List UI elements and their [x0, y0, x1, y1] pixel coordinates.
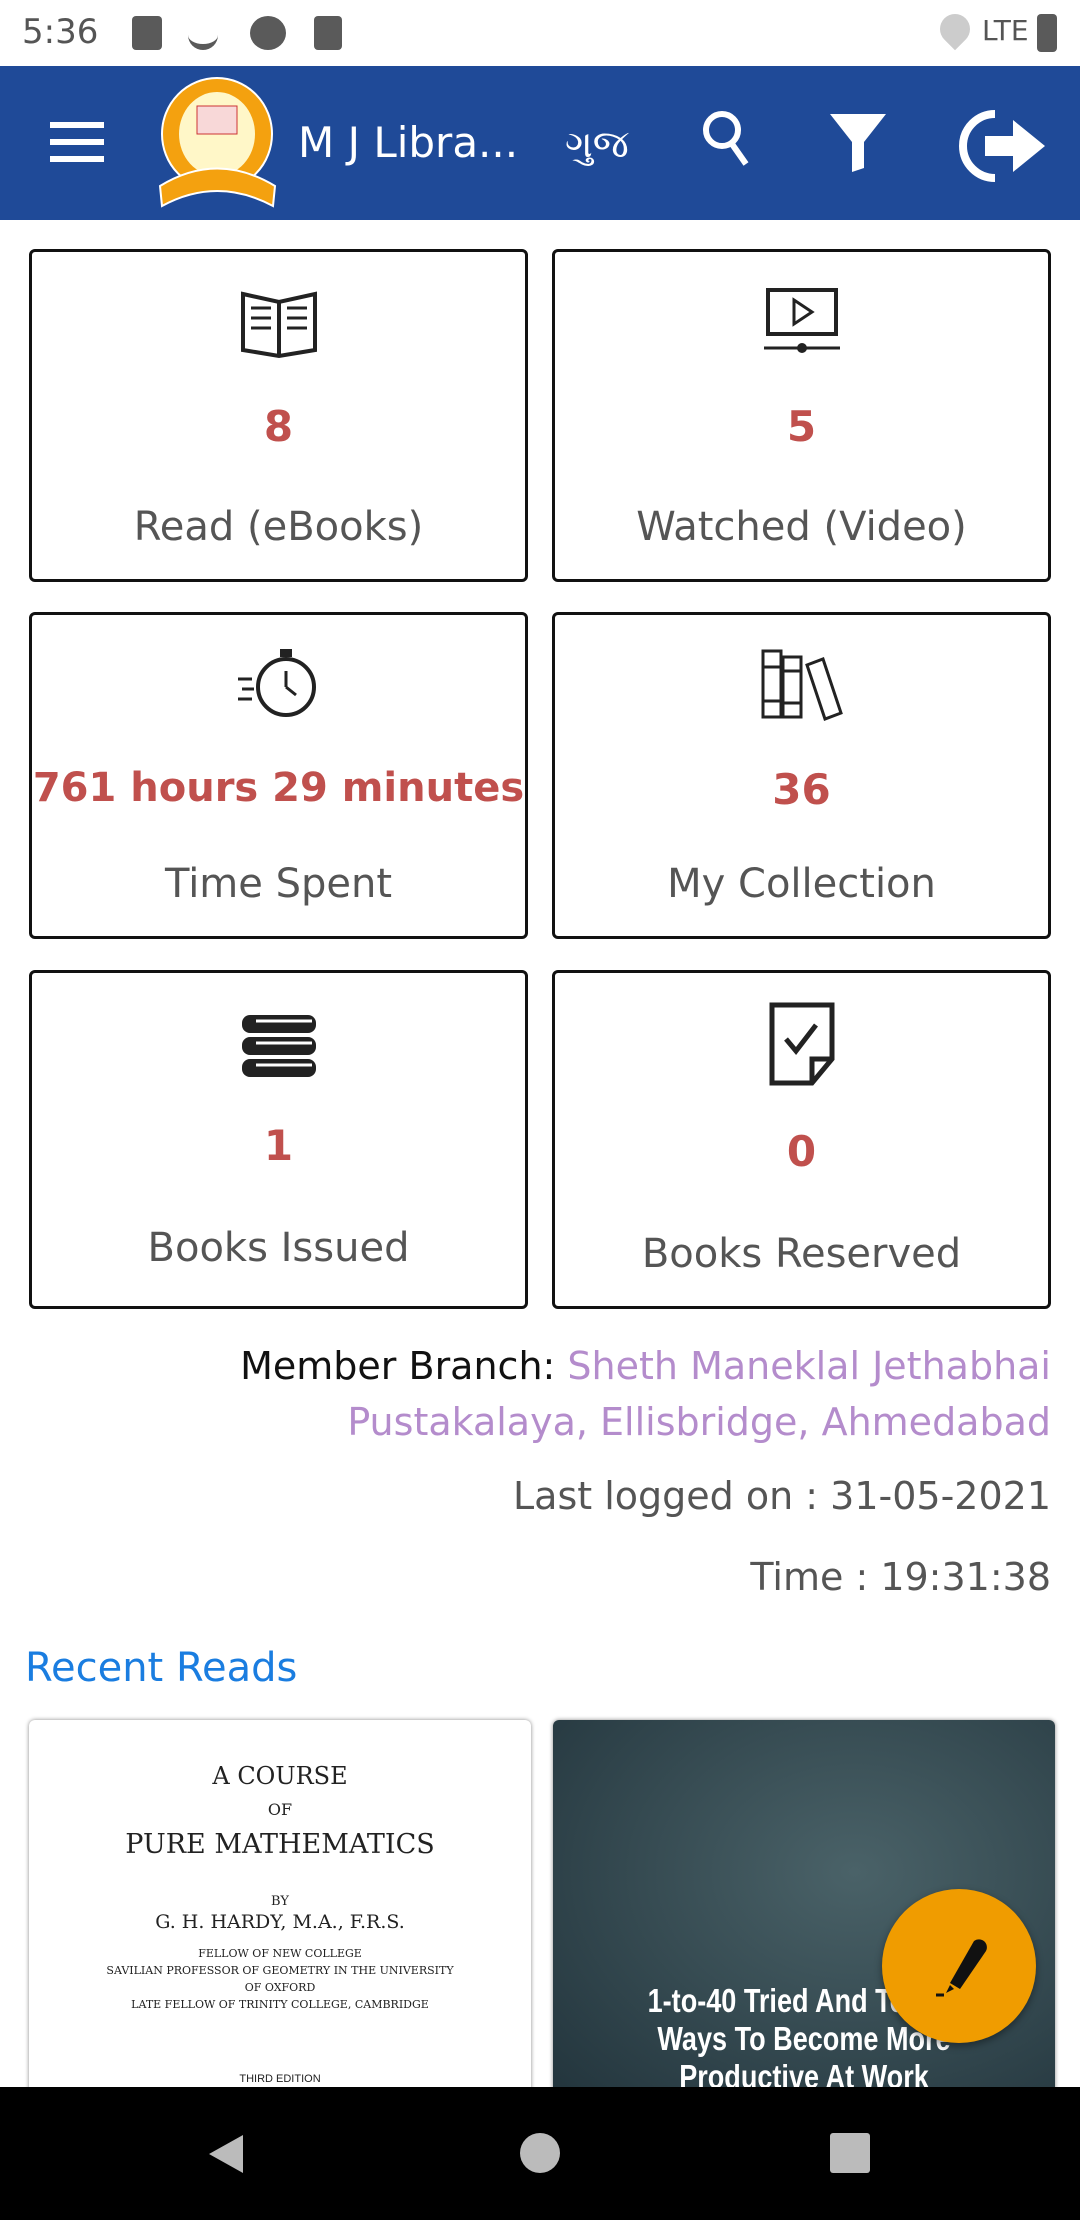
- pen-icon: [936, 1939, 987, 1997]
- wifi-off-icon: [933, 7, 977, 51]
- logout-icon[interactable]: [955, 108, 1051, 184]
- stat-value: 1: [263, 1121, 294, 1170]
- stat-label: Read (eBooks): [133, 504, 424, 550]
- member-branch: Member Branch: Sheth Maneklal Jethabhai …: [131, 1338, 1051, 1450]
- book-cover-text: THIRD EDITION: [239, 2073, 321, 2085]
- battery-icon: [1037, 14, 1057, 52]
- network-label: LTE: [982, 14, 1029, 47]
- book-cover-text: BY: [271, 1894, 289, 1909]
- recents-icon[interactable]: [830, 2133, 870, 2173]
- stat-card-books-reserved[interactable]: 0 Books Reserved: [552, 970, 1051, 1309]
- reserved-note-icon: [769, 1002, 834, 1086]
- language-toggle[interactable]: ગુજ: [565, 122, 629, 167]
- notification-icon: [132, 16, 162, 50]
- stat-card-my-collection[interactable]: 36 My Collection: [552, 612, 1051, 939]
- book-cover-text: FELLOW OF NEW COLLEGE: [198, 1947, 362, 1960]
- app-notification-icon: [250, 16, 286, 50]
- last-logged-time: Time : 19:31:38: [750, 1555, 1051, 1599]
- filter-icon[interactable]: [828, 106, 888, 180]
- book-cover-text: PURE MATHEMATICS: [125, 1829, 435, 1860]
- stat-value: 36: [772, 765, 831, 814]
- status-bar: 5:36 LTE: [0, 0, 1080, 66]
- video-icon: [763, 288, 840, 353]
- book-cover-text: A COURSE: [212, 1762, 348, 1790]
- app-title: M J Libra...: [298, 118, 519, 167]
- search-icon[interactable]: [700, 106, 756, 176]
- member-branch-label: Member Branch:: [240, 1344, 568, 1388]
- book-cover-text: LATE FELLOW OF TRINITY COLLEGE, CAMBRIDG…: [131, 1998, 429, 2011]
- system-nav-bar: [0, 2087, 1080, 2220]
- open-book-icon: [240, 291, 317, 359]
- book-cover-text: OF OXFORD: [244, 1981, 316, 1994]
- stat-card-time-spent[interactable]: 761 hours 29 minutes Time Spent: [29, 612, 528, 939]
- stat-card-books-issued[interactable]: 1 Books Issued: [29, 970, 528, 1309]
- stat-label: Watched (Video): [636, 504, 967, 550]
- sd-card-icon: [314, 16, 342, 50]
- home-icon[interactable]: [520, 2133, 560, 2173]
- stat-label: My Collection: [667, 861, 936, 907]
- book-cover-text: SAVILIAN PROFESSOR OF GEOMETRY IN THE UN…: [106, 1964, 454, 1977]
- stat-label: Books Reserved: [641, 1231, 962, 1277]
- stat-card-watched[interactable]: 5 Watched (Video): [552, 249, 1051, 582]
- stat-label: Books Issued: [147, 1225, 410, 1271]
- menu-button[interactable]: [50, 122, 104, 162]
- library-logo: [158, 77, 277, 208]
- stat-value: 8: [263, 402, 294, 451]
- back-icon[interactable]: [205, 2133, 245, 2175]
- app-header: M J Libra... ગુજ: [0, 66, 1080, 220]
- missed-call-icon: [188, 16, 218, 50]
- stat-value: 5: [786, 402, 817, 451]
- books-shelf-icon: [761, 649, 843, 721]
- stat-label: Time Spent: [164, 861, 393, 907]
- stat-value: 761 hours 29 minutes: [32, 765, 525, 811]
- last-logged: Last logged on : 31-05-2021: [513, 1474, 1051, 1518]
- recent-book-card[interactable]: A COURSE OF PURE MATHEMATICS BY G. H. HA…: [29, 1720, 531, 2100]
- stopwatch-icon: [237, 649, 316, 717]
- recent-reads-heading: Recent Reads: [25, 1645, 298, 1691]
- status-time: 5:36: [22, 12, 99, 52]
- feedback-fab[interactable]: [882, 1889, 1036, 2043]
- stat-value: 0: [786, 1127, 817, 1176]
- stat-card-read[interactable]: 8 Read (eBooks): [29, 249, 528, 582]
- book-cover-text: OF: [267, 1800, 293, 1819]
- book-cover-text: G. H. HARDY, M.A., F.R.S.: [155, 1911, 405, 1933]
- book-stack-icon: [241, 1015, 316, 1077]
